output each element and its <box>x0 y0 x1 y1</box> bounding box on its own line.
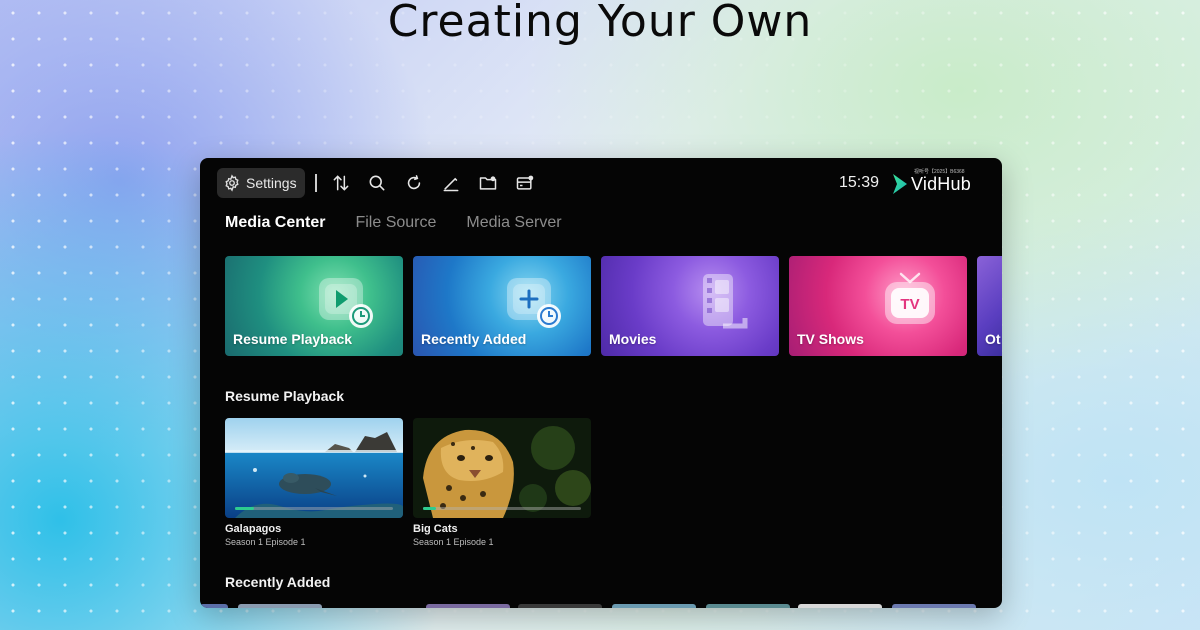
settings-label: Settings <box>246 175 297 191</box>
recently-added-peek <box>518 604 602 608</box>
settings-button[interactable]: Settings <box>217 168 305 198</box>
refresh-button[interactable] <box>403 172 425 194</box>
vidhub-logo-icon <box>893 174 907 194</box>
thumbnail-galapagos <box>225 418 403 518</box>
category-label: TV Shows <box>797 331 864 347</box>
media-card-big-cats[interactable]: Big Cats Season 1 Episode 1 <box>413 418 591 547</box>
category-recently-added[interactable]: Recently Added <box>413 256 591 356</box>
section-title-resume-playback: Resume Playback <box>225 388 345 404</box>
tab-media-server[interactable]: Media Server <box>466 214 561 232</box>
film-reel-icon <box>703 274 748 329</box>
add-clock-icon <box>507 278 561 328</box>
media-title: Galapagos <box>225 523 282 535</box>
category-resume-playback[interactable]: Resume Playback <box>225 256 403 356</box>
galapagos-image <box>225 418 403 518</box>
progress-bar <box>423 507 581 510</box>
category-label: Recently Added <box>421 331 527 347</box>
svg-text:TV: TV <box>900 296 919 313</box>
category-tv-shows[interactable]: TV TV Shows <box>789 256 967 356</box>
sort-button[interactable] <box>330 172 352 194</box>
recently-added-peek <box>706 604 790 608</box>
gear-icon <box>225 174 239 192</box>
media-title: Big Cats <box>413 523 458 535</box>
recently-added-peek <box>426 604 510 608</box>
category-other[interactable]: Ot <box>977 256 1002 356</box>
tv-icon: TV <box>885 272 935 324</box>
recently-added-peek <box>612 604 696 608</box>
section-title-recently-added: Recently Added <box>225 574 331 590</box>
tab-file-source[interactable]: File Source <box>355 214 436 232</box>
toolbar-divider <box>315 174 317 192</box>
progress-bar <box>235 507 393 510</box>
main-tabs: Media Center File Source Media Server <box>225 214 562 232</box>
recently-added-peek <box>200 604 228 608</box>
thumbnail-big-cats <box>413 418 591 518</box>
storage-button[interactable] <box>514 172 536 194</box>
recently-added-peek <box>238 604 322 608</box>
search-icon <box>369 175 385 191</box>
tab-media-center[interactable]: Media Center <box>225 214 325 232</box>
search-button[interactable] <box>366 172 388 194</box>
folder-icon <box>479 176 497 190</box>
big-cats-image <box>413 418 591 518</box>
brand-name: VidHub <box>911 173 971 194</box>
refresh-icon <box>407 175 421 190</box>
edit-icon <box>443 177 459 192</box>
category-label: Ot <box>985 331 1001 347</box>
recently-added-peek <box>892 604 976 608</box>
top-toolbar: Settings 15:39 视听号【2025】B6368 VidHub <box>200 158 1002 208</box>
page-headline: Creating Your Own <box>387 0 813 47</box>
progress-fill <box>423 507 436 510</box>
play-clock-icon <box>319 278 373 328</box>
storage-icon <box>516 175 534 190</box>
media-episode: Season 1 Episode 1 <box>225 537 306 547</box>
sort-icon <box>333 175 349 191</box>
category-movies[interactable]: Movies <box>601 256 779 356</box>
media-episode: Season 1 Episode 1 <box>413 537 494 547</box>
clock: 15:39 <box>839 174 880 191</box>
edit-button[interactable] <box>440 172 462 194</box>
folder-button[interactable] <box>477 172 499 194</box>
vidhub-logo: VidHub <box>892 170 971 198</box>
app-window: Settings 15:39 视听号【2025】B6368 VidHub Med… <box>200 158 1002 608</box>
category-label: Resume Playback <box>233 331 353 347</box>
progress-fill <box>235 507 254 510</box>
recently-added-peek <box>798 604 882 608</box>
media-card-galapagos[interactable]: Galapagos Season 1 Episode 1 <box>225 418 403 547</box>
category-label: Movies <box>609 331 657 347</box>
